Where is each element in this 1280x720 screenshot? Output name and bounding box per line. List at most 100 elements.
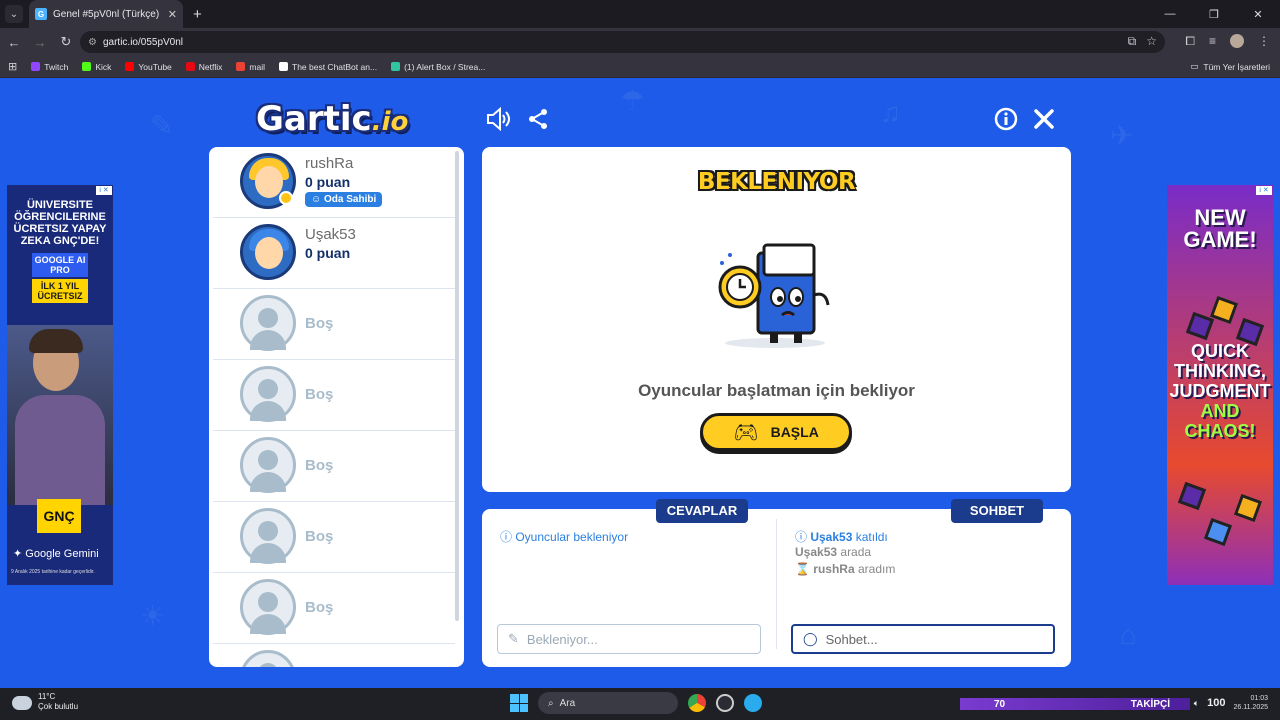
start-button[interactable]: 🎮︎ BAŞLA [700,413,852,451]
ad-person-image [7,325,113,505]
player-row[interactable]: rushRa 0 puan ☺ Oda Sahibi [213,147,455,218]
address-bar[interactable]: ⚙ gartic.io/055pV0nl ⧉ ☆ [80,31,1165,53]
ad-line-3: AND [1200,401,1240,421]
host-indicator-icon [279,191,293,205]
ad-pill: GOOGLE AI PRO [32,253,88,277]
tab-chat[interactable]: SOHBET [951,499,1043,523]
logo-main: Gartic [256,99,372,139]
close-icon[interactable] [1030,107,1058,137]
bookmark-twitch[interactable]: Twitch [31,62,68,72]
bookmark-kick[interactable]: Kick [82,62,111,72]
answer-input[interactable]: ✎ Bekleniyor... [497,624,761,654]
forward-icon[interactable]: → [28,35,52,50]
pencil-icon: ✎ [508,631,519,646]
windows-start-icon[interactable] [510,694,528,712]
cloud-icon [12,696,32,710]
netflix-icon [185,62,195,71]
gartic-favicon-icon: G [35,8,47,20]
clock-time: 01:03 [1250,695,1268,702]
ad-info-icon[interactable]: i ✕ [96,186,112,195]
restore-icon[interactable]: ❐ [1192,0,1236,28]
close-tab-icon[interactable]: ✕ [168,8,177,21]
ad-headline: NEW GAME! [1183,205,1257,252]
follower-overlay: 70 TAKİPÇİ [960,698,1190,710]
empty-avatar-icon [240,366,296,422]
bookmark-youtube[interactable]: YouTube [125,62,172,72]
site-info-icon[interactable]: ⚙ [88,37,97,48]
speaker-icon[interactable]: 🔈︎ [1194,698,1199,709]
weather-widget[interactable]: 11°C Çok bulutlu [12,692,78,712]
player-list: rushRa 0 puan ☺ Oda Sahibi Uşak53 0 puan… [209,147,464,667]
sound-icon[interactable] [484,106,512,137]
empty-slot: Boş [213,289,455,360]
empty-avatar-icon [240,295,296,351]
doodle-icon: ☀ [140,600,166,631]
close-window-icon[interactable]: ✕ [1236,0,1280,28]
profile-avatar[interactable] [1230,34,1244,48]
empty-slot: Boş [213,573,455,644]
browser-toolbar: ← → ↻ ⚙ gartic.io/055pV0nl ⧉ ☆ ⧠ ≡ ⋮ [0,28,1280,56]
gem-icon [1233,493,1263,523]
empty-avatar-icon [240,437,296,493]
doodle-icon: ☂ [620,85,646,116]
chat-input-placeholder: Sohbet... [825,631,878,647]
temperature: 11°C [38,692,56,701]
bookmark-netflix[interactable]: Netflix [185,62,222,72]
bookmark-star-icon[interactable]: ☆ [1146,34,1157,49]
taskbar-search[interactable]: ⌕ Ara [538,692,678,714]
new-tab-icon[interactable]: + [193,6,202,23]
chrome-icon[interactable] [688,694,706,712]
app-icon[interactable] [716,694,734,712]
empty-slot: Boş [213,431,455,502]
clock[interactable]: 01:03 26.11.2025 [1233,694,1268,712]
ad-line-2: JUDGMENT [1169,381,1271,401]
folder-icon: ▭ [1190,61,1199,71]
bookmark-mail[interactable]: mail [236,62,265,72]
share-icon[interactable] [524,107,552,137]
gartic-logo: Gartic.io [256,99,408,139]
answer-input-placeholder: Bekleniyor... [526,631,598,647]
player-name: rushRa [305,155,354,172]
all-bookmarks[interactable]: ▭ Tüm Yer İşaretleri [1190,61,1270,72]
extensions-icon[interactable]: ⧠ [1185,34,1195,49]
browser-tab[interactable]: G Genel #5pV0nl (Türkçe) - Gartic ✕ [29,0,183,28]
install-app-icon[interactable]: ⧉ [1128,34,1137,49]
chat-author: Uşak53 [795,545,838,559]
empty-slot-label: Boş [305,386,334,403]
ad-info-icon[interactable]: i ✕ [1256,186,1272,195]
bookmark-chatbot[interactable]: The best ChatBot an... [279,62,377,72]
minimize-icon[interactable]: — [1148,0,1192,28]
menu-icon[interactable]: ⋮ [1258,34,1270,49]
reload-icon[interactable]: ↻ [54,34,78,50]
bookmark-alertbox[interactable]: (1) Alert Box / Strea... [391,62,485,72]
chat-message: ⓘ Uşak53 katıldı [795,530,888,544]
panel-divider [776,519,777,649]
hourglass-icon: ⌛ [795,562,810,576]
gem-icon [1209,295,1239,325]
telegram-icon[interactable] [744,694,762,712]
chat-input[interactable]: ◯ Sohbet... [791,624,1055,654]
gem-icon [1177,481,1207,511]
tab-answers[interactable]: CEVAPLAR [656,499,748,523]
doodle-icon: ✈ [1110,120,1134,151]
left-advertisement[interactable]: i ✕ ÜNIVERSITE ÖĞRENCILERINE ÜCRETSIZ YA… [7,185,113,585]
search-label: Ara [559,697,576,709]
waiting-mascot-icon [718,243,830,348]
game-area: ✎ ☂ ♫ ✈ ☀ ⌂ Gartic.io i ✕ ÜNIVERSITE ÖĞR… [0,79,1280,688]
avatar-face [255,166,283,198]
apps-icon[interactable]: ⊞ [8,60,17,73]
player-row[interactable]: Uşak53 0 puan [213,218,455,289]
clock-date: 26.11.2025 [1233,704,1268,711]
alertbox-icon [391,62,401,71]
youtube-icon [125,62,135,71]
badge-label: Oda Sahibi [324,194,377,205]
system-tray: 🔈︎ 100 01:03 26.11.2025 [1194,694,1268,712]
empty-slot-label: Boş [305,457,334,474]
media-icon[interactable]: ≡ [1209,34,1216,49]
tab-search-icon[interactable]: ⌄ [5,5,23,23]
right-advertisement[interactable]: i ✕ NEW GAME! QUICK THINKING, JUDGMENT A… [1167,185,1273,585]
info-icon[interactable] [992,107,1020,137]
empty-slot: Boş [213,360,455,431]
player-list-scrollbar[interactable] [455,151,459,621]
back-icon[interactable]: ← [2,35,26,50]
